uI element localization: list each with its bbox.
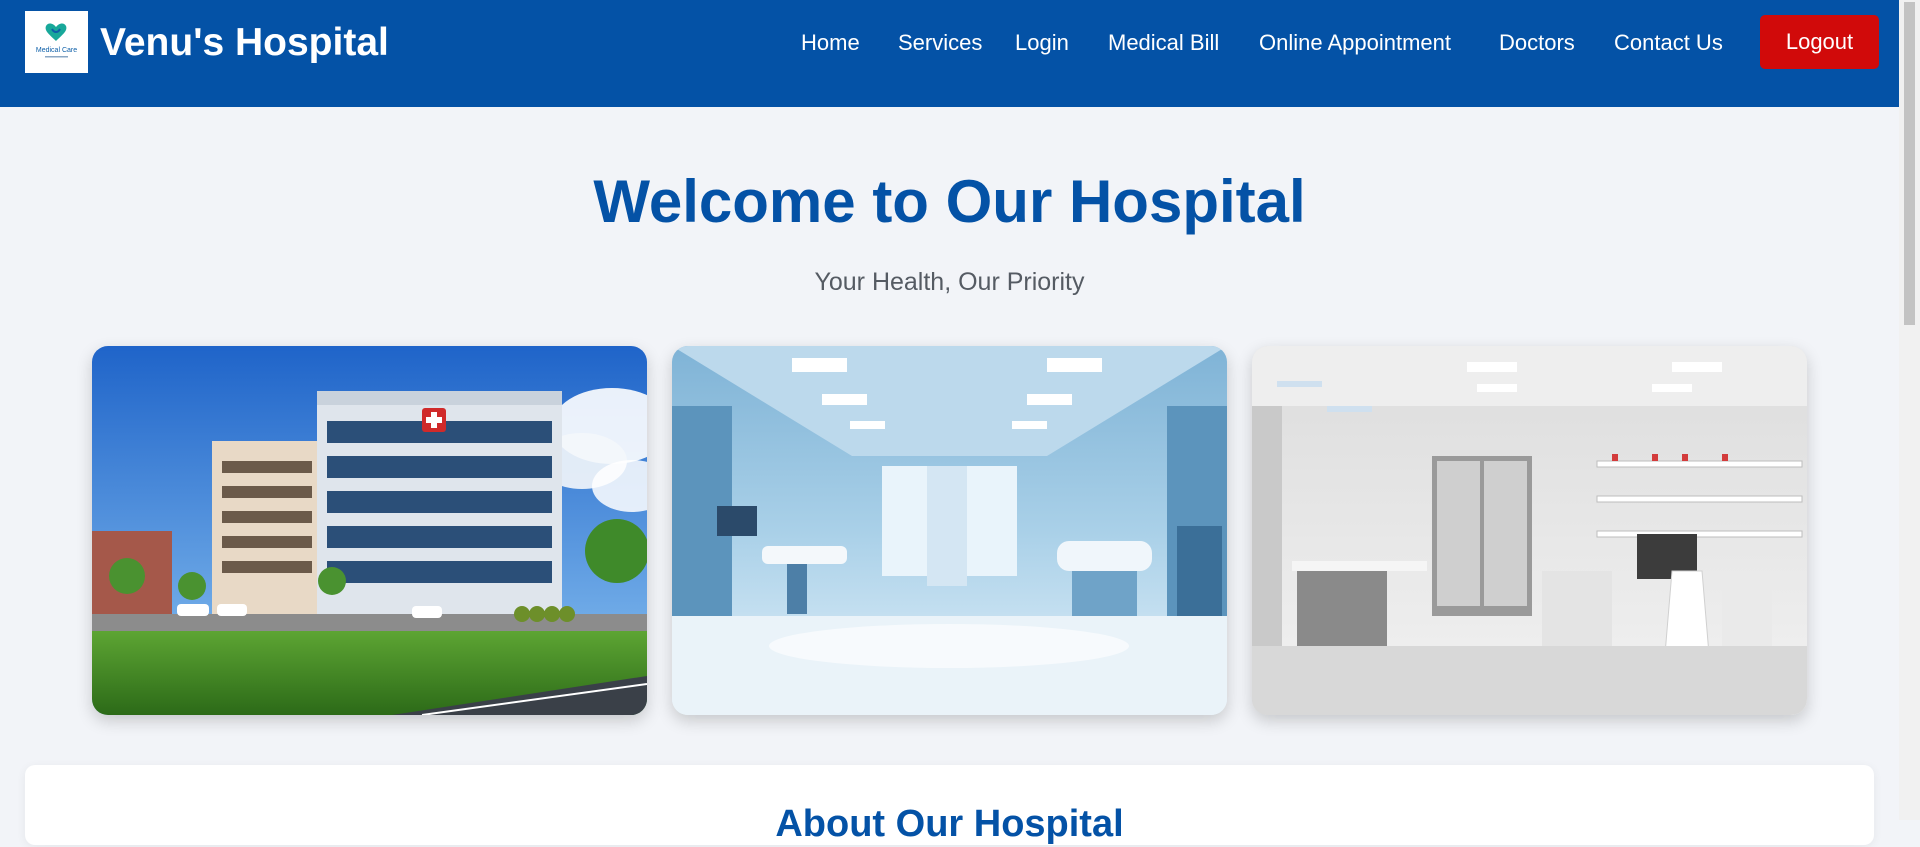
page-title: Welcome to Our Hospital — [593, 168, 1306, 235]
nav-contact-us[interactable]: Contact Us — [1614, 24, 1723, 62]
nav-doctors[interactable]: Doctors — [1499, 24, 1575, 62]
about-title: About Our Hospital — [775, 803, 1124, 845]
nav-online-appointment[interactable]: Online Appointment — [1259, 24, 1451, 62]
nav-home[interactable]: Home — [801, 24, 860, 62]
scrollbar-thumb[interactable] — [1904, 2, 1915, 325]
top-navbar: Medical Care Venu's Hospital Home Servic… — [0, 0, 1899, 107]
operating-room-image — [672, 346, 1227, 715]
hospital-logo-icon[interactable]: Medical Care — [25, 11, 88, 73]
nav-medical-bill[interactable]: Medical Bill — [1108, 24, 1219, 62]
nav-services[interactable]: Services — [898, 24, 982, 62]
laboratory-image — [1252, 346, 1807, 715]
svg-text:Medical Care: Medical Care — [36, 47, 77, 54]
nav-login[interactable]: Login — [1015, 24, 1069, 62]
hospital-building-image — [92, 346, 647, 715]
logout-button[interactable]: Logout — [1760, 15, 1879, 69]
page-subtitle: Your Health, Our Priority — [814, 268, 1085, 296]
page-scrollbar[interactable] — [1899, 0, 1920, 820]
brand-name[interactable]: Venu's Hospital — [100, 17, 389, 69]
about-section: About Our Hospital — [25, 765, 1874, 845]
